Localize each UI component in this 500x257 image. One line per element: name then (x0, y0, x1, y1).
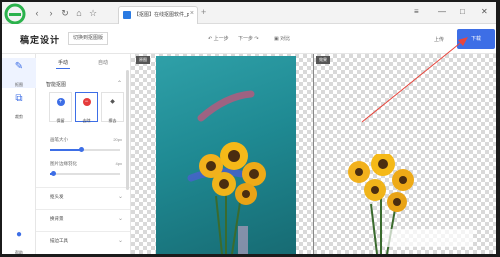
annotation-arrow (361, 37, 468, 123)
screen-frame: ‹ › ↻ ⌂ ☆ 【抠图】在线抠图软件_ps抠图... × + ≡ — □ ✕… (0, 0, 500, 257)
browser-window: ‹ › ↻ ⌂ ☆ 【抠图】在线抠图软件_ps抠图... × + ≡ — □ ✕… (2, 2, 496, 254)
